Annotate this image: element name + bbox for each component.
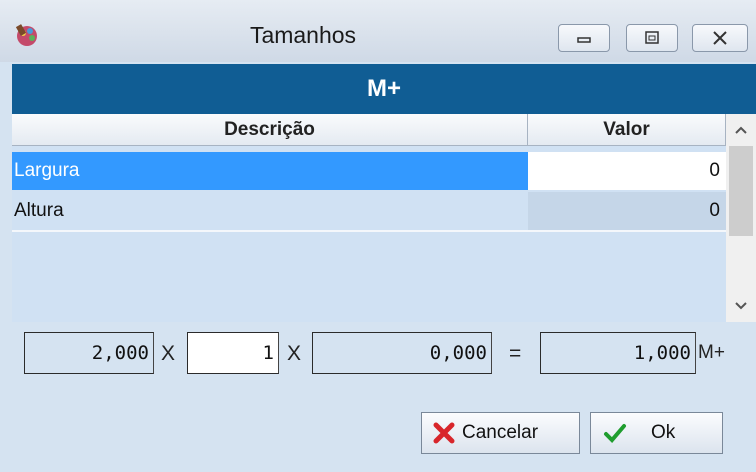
- dialog-window: Tamanhos M+ Descrição Valor Largura 0 Al…: [0, 0, 756, 472]
- factor-3-field[interactable]: 0,000: [312, 332, 492, 374]
- chevron-down-icon: [735, 302, 747, 310]
- result-unit: M+: [698, 342, 725, 363]
- equals-sign: =: [509, 342, 522, 365]
- column-header-description[interactable]: Descrição: [12, 114, 528, 146]
- header-banner: M+: [12, 64, 756, 114]
- row-value[interactable]: 0: [528, 192, 726, 230]
- cancel-label: Cancelar: [462, 422, 539, 443]
- title-bar[interactable]: Tamanhos: [0, 0, 756, 62]
- multiply-sign: X: [161, 342, 176, 365]
- ok-label: Ok: [651, 422, 676, 443]
- row-divider: [12, 230, 726, 232]
- scroll-down-button[interactable]: [726, 290, 756, 322]
- row-label: Altura: [12, 192, 528, 230]
- close-icon: [713, 31, 727, 45]
- row-label: Largura: [12, 152, 528, 190]
- minimize-button[interactable]: [558, 24, 610, 52]
- window-title: Tamanhos: [249, 22, 357, 48]
- restore-icon: [645, 31, 659, 44]
- result-field[interactable]: 1,000: [540, 332, 696, 374]
- scroll-up-button[interactable]: [726, 114, 756, 146]
- scrollbar-thumb[interactable]: [729, 146, 753, 236]
- multiply-sign: X: [287, 342, 302, 365]
- values-grid[interactable]: Descrição Valor Largura 0 Altura 0: [12, 114, 756, 322]
- cancel-button[interactable]: Cancelar: [421, 412, 580, 454]
- factor-1-field[interactable]: 2,000: [24, 332, 154, 374]
- ok-button[interactable]: Ok: [590, 412, 723, 454]
- minimize-icon: [577, 37, 591, 43]
- quantity-input[interactable]: 1: [187, 332, 279, 374]
- checkmark-icon: [604, 424, 626, 443]
- close-button[interactable]: [692, 24, 748, 52]
- x-icon: [433, 422, 455, 444]
- row-value[interactable]: 0: [528, 152, 726, 190]
- restore-button[interactable]: [626, 24, 678, 52]
- chevron-up-icon: [735, 126, 747, 134]
- column-header-value[interactable]: Valor: [528, 114, 726, 146]
